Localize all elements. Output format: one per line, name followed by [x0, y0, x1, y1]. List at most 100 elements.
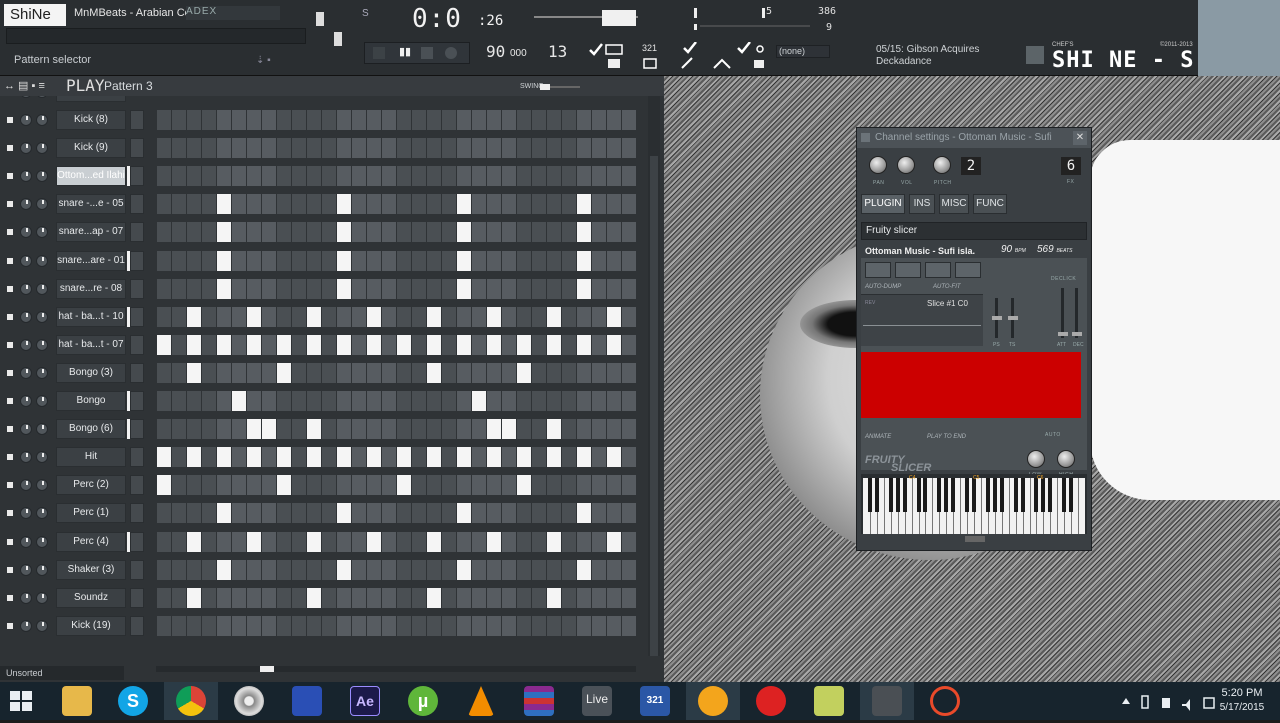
- step-button[interactable]: [232, 138, 246, 159]
- channel-name-button[interactable]: snare -...e - 05: [56, 194, 126, 215]
- step-button[interactable]: [592, 334, 606, 355]
- step-button[interactable]: [172, 362, 186, 383]
- step-button[interactable]: [322, 166, 336, 187]
- step-button[interactable]: [412, 250, 426, 271]
- channel-mute-led[interactable]: [7, 201, 13, 208]
- step-button[interactable]: [352, 615, 366, 636]
- step-button[interactable]: [247, 194, 261, 215]
- step-button[interactable]: [307, 362, 321, 383]
- step-button[interactable]: [322, 334, 336, 355]
- step-button[interactable]: [547, 362, 561, 383]
- step-button[interactable]: [172, 419, 186, 440]
- step-button[interactable]: [562, 278, 576, 299]
- step-button[interactable]: [382, 194, 396, 215]
- step-button[interactable]: [622, 138, 636, 159]
- step-button[interactable]: [217, 559, 231, 580]
- step-button[interactable]: [622, 194, 636, 215]
- step-button[interactable]: [517, 334, 531, 355]
- channel-select-button[interactable]: [130, 278, 144, 299]
- channel-mute-led[interactable]: [7, 257, 13, 264]
- step-button[interactable]: [427, 503, 441, 524]
- step-button[interactable]: [337, 334, 351, 355]
- channel-name-button[interactable]: Kick (19): [56, 615, 126, 636]
- channel-volume-knob[interactable]: [36, 395, 48, 407]
- main-pitch-slider[interactable]: [334, 32, 342, 46]
- step-button[interactable]: [352, 222, 366, 243]
- step-button[interactable]: [337, 503, 351, 524]
- step-button[interactable]: [292, 391, 306, 411]
- step-button[interactable]: [307, 587, 321, 608]
- channel-name-button[interactable]: Soundz: [56, 587, 126, 608]
- taskbar-after-effects[interactable]: Ae: [338, 682, 392, 720]
- step-button[interactable]: [277, 419, 291, 440]
- slicer-slice-button[interactable]: [925, 262, 951, 278]
- step-button[interactable]: [217, 419, 231, 440]
- step-button[interactable]: [622, 222, 636, 243]
- channel-name-button[interactable]: hat - ba...t - 07: [56, 334, 126, 355]
- step-button[interactable]: [517, 475, 531, 496]
- step-button[interactable]: [607, 503, 621, 524]
- channel-volume-knob[interactable]: [36, 451, 48, 464]
- black-key[interactable]: [951, 478, 956, 512]
- step-button[interactable]: [262, 306, 276, 327]
- taskbar-vlc[interactable]: [454, 682, 508, 720]
- channel-volume-knob[interactable]: [36, 310, 48, 323]
- step-button[interactable]: [382, 362, 396, 383]
- step-button[interactable]: [262, 391, 276, 411]
- step-button[interactable]: [442, 559, 456, 580]
- step-button[interactable]: [562, 250, 576, 271]
- step-button[interactable]: [592, 250, 606, 271]
- step-button[interactable]: [502, 503, 516, 524]
- step-button[interactable]: [442, 419, 456, 440]
- step-button[interactable]: [427, 110, 441, 130]
- step-button[interactable]: [292, 138, 306, 159]
- step-button[interactable]: [487, 138, 501, 159]
- step-button[interactable]: [547, 334, 561, 355]
- step-button[interactable]: [217, 250, 231, 271]
- step-button[interactable]: [172, 615, 186, 636]
- step-button[interactable]: [577, 419, 591, 440]
- step-button[interactable]: [562, 166, 576, 187]
- channel-pan-knob[interactable]: [20, 226, 32, 239]
- step-button[interactable]: [172, 475, 186, 496]
- step-button[interactable]: [172, 138, 186, 159]
- taskbar-tool-app[interactable]: [860, 682, 914, 720]
- step-button[interactable]: [592, 559, 606, 580]
- black-key[interactable]: [1041, 478, 1046, 512]
- step-button[interactable]: [412, 391, 426, 411]
- step-button[interactable]: [397, 531, 411, 552]
- channel-volume-knob[interactable]: [36, 479, 48, 492]
- step-button[interactable]: [157, 362, 171, 383]
- step-button[interactable]: [607, 531, 621, 552]
- step-button[interactable]: [292, 531, 306, 552]
- step-button[interactable]: [352, 419, 366, 440]
- channel-mute-led[interactable]: [7, 313, 13, 320]
- step-button[interactable]: [532, 138, 546, 159]
- step-button[interactable]: [547, 278, 561, 299]
- step-button[interactable]: [487, 475, 501, 496]
- step-button[interactable]: [187, 194, 201, 215]
- step-button[interactable]: [517, 587, 531, 608]
- step-button[interactable]: [502, 531, 516, 552]
- channel-mute-led[interactable]: [7, 538, 13, 545]
- step-button[interactable]: [337, 278, 351, 299]
- step-button[interactable]: [592, 222, 606, 243]
- channel-mute-led[interactable]: [7, 285, 13, 292]
- step-button[interactable]: [217, 222, 231, 243]
- channel-pan-knob[interactable]: [20, 254, 32, 267]
- step-button[interactable]: [472, 587, 486, 608]
- step-button[interactable]: [502, 250, 516, 271]
- step-button[interactable]: [307, 559, 321, 580]
- step-button[interactable]: [577, 334, 591, 355]
- step-button[interactable]: [262, 447, 276, 468]
- channel-volume-knob[interactable]: [36, 619, 48, 632]
- step-button[interactable]: [487, 222, 501, 243]
- step-button[interactable]: [547, 559, 561, 580]
- step-button[interactable]: [502, 475, 516, 496]
- channel-volume-knob[interactable]: [36, 507, 48, 520]
- step-button[interactable]: [592, 278, 606, 299]
- step-button[interactable]: [382, 250, 396, 271]
- channel-pan-knob[interactable]: [20, 96, 32, 98]
- step-button[interactable]: [442, 503, 456, 524]
- step-button[interactable]: [247, 306, 261, 327]
